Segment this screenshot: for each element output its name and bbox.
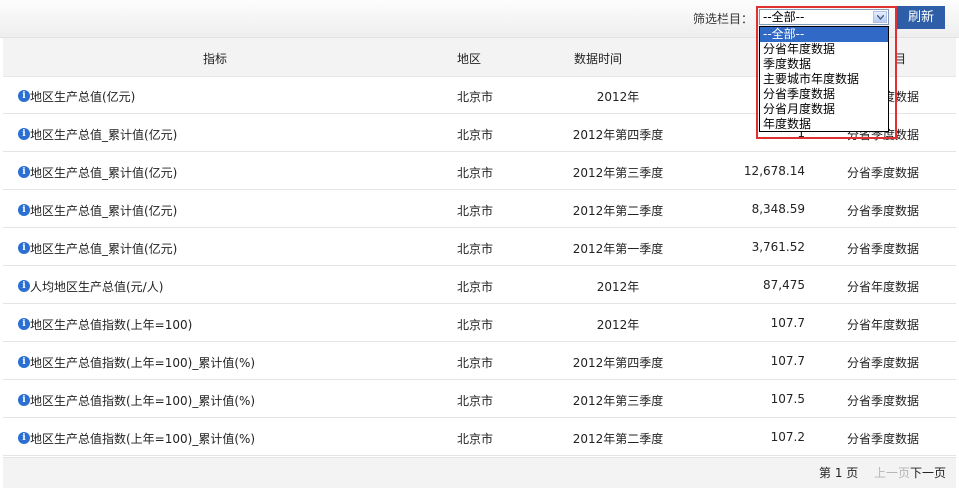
info-icon[interactable]: i — [18, 280, 30, 292]
column-cell: 分省年度数据 — [846, 280, 919, 294]
highlight-box — [756, 6, 897, 139]
indicator-name: 地区生产总值_累计值(亿元) — [30, 166, 178, 180]
region-cell: 北京市 — [457, 128, 494, 142]
region-cell: 北京市 — [457, 204, 494, 218]
indicator-name: 地区生产总值_累计值(亿元) — [30, 242, 178, 256]
column-cell: 分省季度数据 — [846, 432, 919, 446]
indicator-name: 地区生产总值_累计值(亿元) — [30, 204, 178, 218]
region-cell: 北京市 — [457, 280, 494, 294]
time-cell: 2012年 — [596, 90, 640, 104]
table-row: i 地区生产总值指数(上年=100)_累计值(%) 北京市 2012年第三季度 … — [3, 380, 956, 418]
region-cell: 北京市 — [457, 242, 494, 256]
region-cell: 北京市 — [457, 90, 494, 104]
region-cell: 北京市 — [457, 318, 494, 332]
table-row: i 地区生产总值指数(上年=100)_累计值(%) 北京市 2012年第二季度 … — [3, 418, 956, 456]
header-time: 数据时间 — [574, 52, 623, 66]
column-cell: 分省季度数据 — [846, 242, 919, 256]
column-cell: 分省年度数据 — [846, 318, 919, 332]
indicator-name: 地区生产总值指数(上年=100)_累计值(%) — [30, 394, 256, 408]
value-cell: 12,678.14 — [743, 164, 805, 178]
value-cell: 107.7 — [770, 354, 805, 368]
info-icon[interactable]: i — [18, 90, 30, 102]
time-cell: 2012年第一季度 — [572, 242, 664, 256]
filter-label: 筛选栏目： — [693, 12, 754, 26]
info-icon[interactable]: i — [18, 394, 30, 406]
value-cell: 87,475 — [763, 278, 805, 292]
value-cell: 107.7 — [770, 316, 805, 330]
indicator-name: 地区生产总值指数(上年=100) — [30, 318, 193, 332]
prev-page-link[interactable]: 上一页 — [874, 464, 910, 481]
region-cell: 北京市 — [457, 394, 494, 408]
refresh-button[interactable]: 刷新 — [897, 6, 945, 29]
indicator-name: 地区生产总值指数(上年=100)_累计值(%) — [30, 356, 256, 370]
time-cell: 2012年第四季度 — [572, 128, 664, 142]
header-indicator: 指标 — [203, 52, 228, 66]
indicator-name: 地区生产总值(亿元) — [30, 90, 136, 104]
table-row: i 地区生产总值指数(上年=100) 北京市 2012年 107.7 分省年度数… — [3, 304, 956, 342]
table-row: i 地区生产总值_累计值(亿元) 北京市 2012年第一季度 3,761.52 … — [3, 228, 956, 266]
info-icon[interactable]: i — [18, 242, 30, 254]
info-icon[interactable]: i — [18, 432, 30, 444]
info-icon[interactable]: i — [18, 166, 30, 178]
value-cell: 8,348.59 — [751, 202, 805, 216]
table-row: i 地区生产总值_累计值(亿元) 北京市 2012年第三季度 12,678.14… — [3, 152, 956, 190]
info-icon[interactable]: i — [18, 318, 30, 330]
header-region: 地区 — [457, 52, 482, 66]
time-cell: 2012年 — [596, 318, 640, 332]
value-cell: 107.5 — [770, 392, 805, 406]
column-cell: 分省季度数据 — [846, 166, 919, 180]
time-cell: 2012年第二季度 — [572, 204, 664, 218]
region-cell: 北京市 — [457, 356, 494, 370]
table-row: i 地区生产总值指数(上年=100)_累计值(%) 北京市 2012年第四季度 … — [3, 342, 956, 380]
value-cell: 107.2 — [770, 430, 805, 444]
pagination-bar: 第 1 页 上一页 下一页 — [3, 457, 956, 488]
next-page-link[interactable]: 下一页 — [910, 464, 946, 481]
info-icon[interactable]: i — [18, 128, 30, 140]
region-cell: 北京市 — [457, 432, 494, 446]
time-cell: 2012年第二季度 — [572, 432, 664, 446]
indicator-name: 地区生产总值指数(上年=100)_累计值(%) — [30, 432, 256, 446]
value-cell: 3,761.52 — [751, 240, 805, 254]
indicator-name: 人均地区生产总值(元/人) — [30, 280, 164, 294]
time-cell: 2012年第四季度 — [572, 356, 664, 370]
column-cell: 分省季度数据 — [846, 204, 919, 218]
time-cell: 2012年 — [596, 280, 640, 294]
current-page: 第 1 页 — [819, 466, 859, 480]
indicator-name: 地区生产总值_累计值(亿元) — [30, 128, 178, 142]
time-cell: 2012年第三季度 — [572, 394, 664, 408]
region-cell: 北京市 — [457, 166, 494, 180]
table-row: i 地区生产总值_累计值(亿元) 北京市 2012年第二季度 8,348.59 … — [3, 190, 956, 228]
column-cell: 分省季度数据 — [846, 356, 919, 370]
info-icon[interactable]: i — [18, 356, 30, 368]
table-row: i 人均地区生产总值(元/人) 北京市 2012年 87,475 分省年度数据 — [3, 266, 956, 304]
info-icon[interactable]: i — [18, 204, 30, 216]
time-cell: 2012年第三季度 — [572, 166, 664, 180]
column-cell: 分省季度数据 — [846, 394, 919, 408]
